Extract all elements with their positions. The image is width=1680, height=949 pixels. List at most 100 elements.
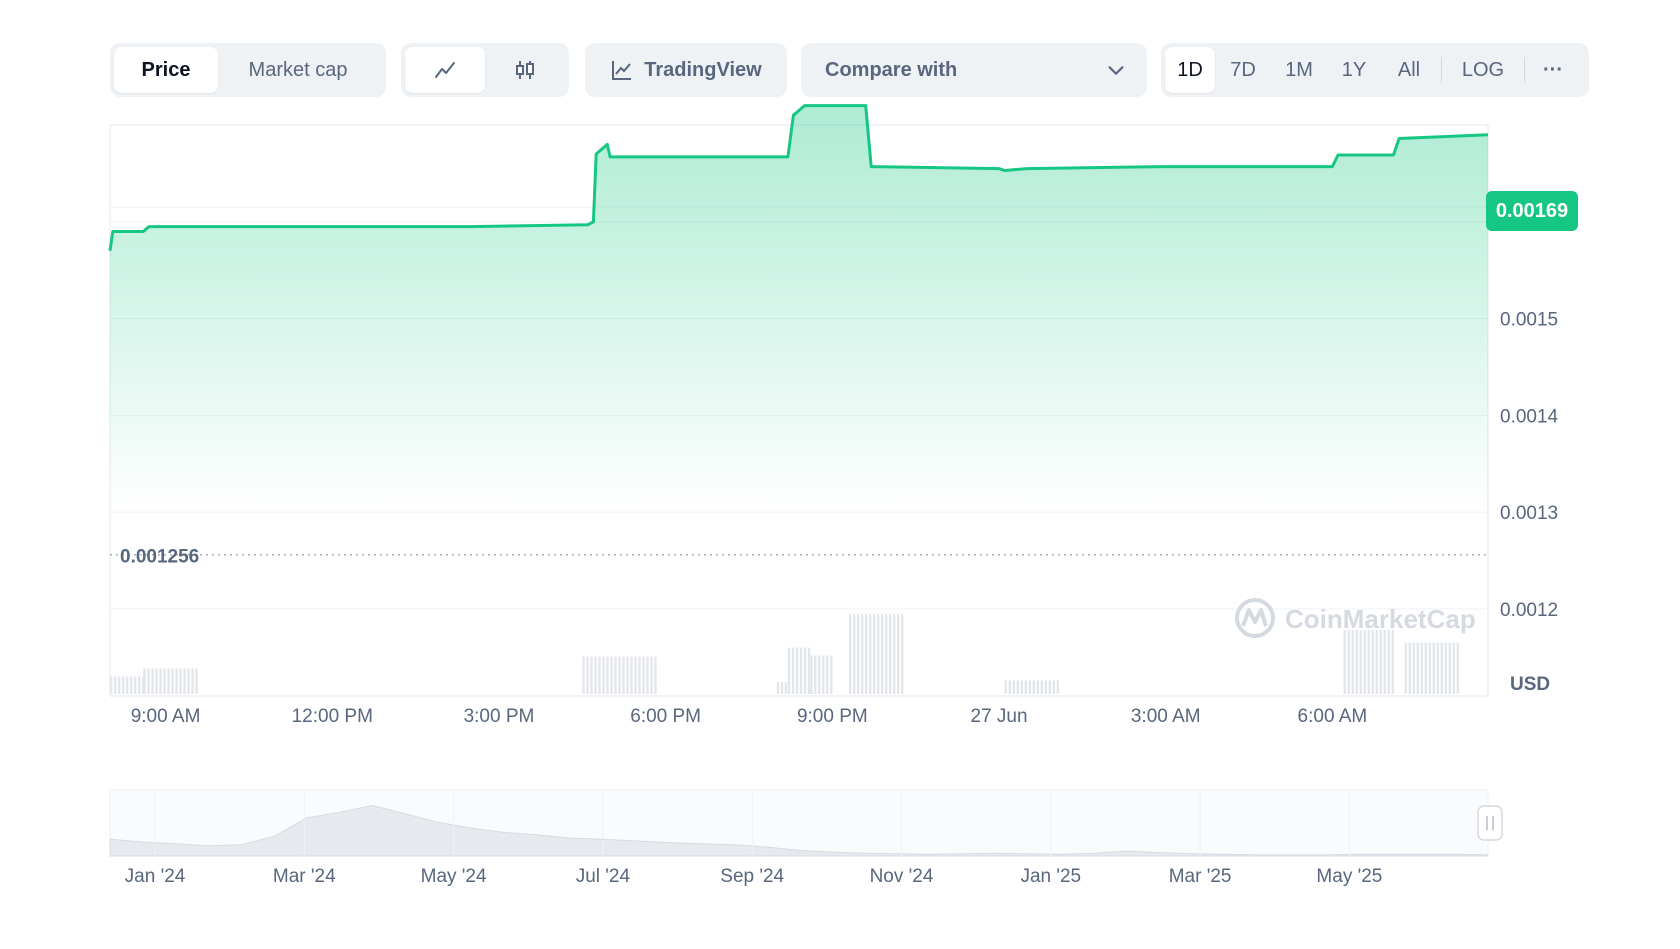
volume-bar [1387,630,1390,694]
volume-bar [877,614,880,694]
y-tick-label: 0.0013 [1500,503,1558,524]
log-scale-button[interactable]: LOG [1446,47,1520,93]
price-marketcap-toggle: Price Market cap [110,43,386,97]
volume-bar [857,614,860,694]
volume-bar [830,655,833,694]
volume-bar [118,676,121,694]
volume-bar [1044,680,1047,694]
coinmarketcap-logo-wave [1241,608,1268,627]
navigator-tick-label: Jan '24 [125,866,186,887]
volume-bar [799,647,803,694]
volume-bar [143,668,146,694]
volume-bar [853,614,856,694]
volume-bar [175,668,178,694]
volume-bar [114,676,117,694]
volume-bar [1048,680,1051,694]
compare-with-label: Compare with [825,58,958,81]
candlestick-button[interactable] [485,47,565,93]
navigator-handle[interactable] [1477,805,1503,841]
volume-bar [1367,630,1370,694]
range-1y-label: 1Y [1341,58,1367,81]
volume-bar [650,656,653,694]
navigator-tick-label: Nov '24 [870,866,934,887]
volume-bar [1383,630,1386,694]
line-chart-button[interactable] [405,47,485,93]
volume-bar [1028,680,1031,694]
navigator-tick-label: Sep '24 [720,866,784,887]
volume-bar [803,647,807,694]
y-tick-label: 0.0015 [1500,310,1558,331]
volume-bar [155,668,158,694]
x-tick-label: 6:00 AM [1298,706,1368,727]
compare-with-dropdown[interactable]: Compare with [801,43,1147,97]
volume-bar [1347,630,1350,694]
x-tick-label: 27 Jun [971,706,1028,727]
volume-bar [1351,630,1354,694]
volume-bar [1428,642,1432,694]
volume-bar [590,656,593,694]
chart-toolbar: Price Market cap TradingView Compare wit… [0,43,1680,97]
volume-bar [1016,680,1019,694]
volume-bar [179,668,182,694]
tab-market-cap[interactable]: Market cap [218,47,378,93]
tab-price[interactable]: Price [114,47,218,93]
range-1m-label: 1M [1285,58,1313,81]
tab-market-cap-label: Market cap [248,58,348,81]
volume-bar [1343,630,1346,694]
volume-bar [1404,642,1408,694]
volume-bar [1432,642,1436,694]
volume-bar [776,682,780,694]
x-tick-label: 3:00 AM [1131,706,1201,727]
navigator-tick-label: May '25 [1316,866,1382,887]
volume-bar [594,656,597,694]
time-range-selector: 1D 7D 1M 1Y All LOG ··· [1161,43,1589,97]
volume-bar [159,668,162,694]
volume-bar [1412,642,1416,694]
volume-bar [818,655,821,694]
volume-bar [1359,630,1362,694]
volume-bar [1008,680,1011,694]
price-chart[interactable]: 0.001256 0.00160.00150.00140.00130.0012U… [0,0,1680,944]
line-chart-icon [435,62,455,78]
volume-bar [610,656,613,694]
more-options-button[interactable]: ··· [1529,47,1577,93]
volume-bar [138,676,141,694]
volume-bar [630,656,633,694]
volume-bar [1012,680,1015,694]
volume-bar [849,614,852,694]
range-1d-label: 1D [1177,58,1203,81]
volume-bar [626,656,629,694]
volume-bar [1452,642,1456,694]
volume-bar [614,656,617,694]
range-1d-button[interactable]: 1D [1165,47,1215,93]
volume-bar [795,647,799,694]
volume-bar [638,656,641,694]
volume-bar [1371,630,1374,694]
y-tick-label: 0.0012 [1500,600,1558,621]
volume-bar [602,656,605,694]
volume-bar [1408,642,1412,694]
range-1y-button[interactable]: 1Y [1327,47,1381,93]
volume-bar [147,668,150,694]
navigator-tick-label: Jan '25 [1020,866,1081,887]
more-options-icon: ··· [1543,58,1563,81]
x-tick-label: 9:00 AM [131,706,201,727]
chart-canvas[interactable]: 0.001256 0.00160.00150.00140.00130.0012U… [0,0,1680,944]
range-7d-button[interactable]: 7D [1215,47,1271,93]
volume-bar [586,656,589,694]
range-7d-label: 7D [1230,58,1256,81]
range-all-button[interactable]: All [1381,47,1437,93]
volume-bar [1391,630,1394,694]
volume-bar [810,655,813,694]
range-1m-button[interactable]: 1M [1271,47,1327,93]
volume-bar [814,655,817,694]
tab-price-label: Price [141,58,191,81]
volume-bar [861,614,864,694]
volume-bar [1363,630,1366,694]
volume-bar [881,614,884,694]
volume-bar [865,614,868,694]
tradingview-button[interactable]: TradingView [585,43,787,97]
volume-bar [784,682,788,694]
volume-bar [826,655,829,694]
chevron-down-icon [1108,66,1124,75]
